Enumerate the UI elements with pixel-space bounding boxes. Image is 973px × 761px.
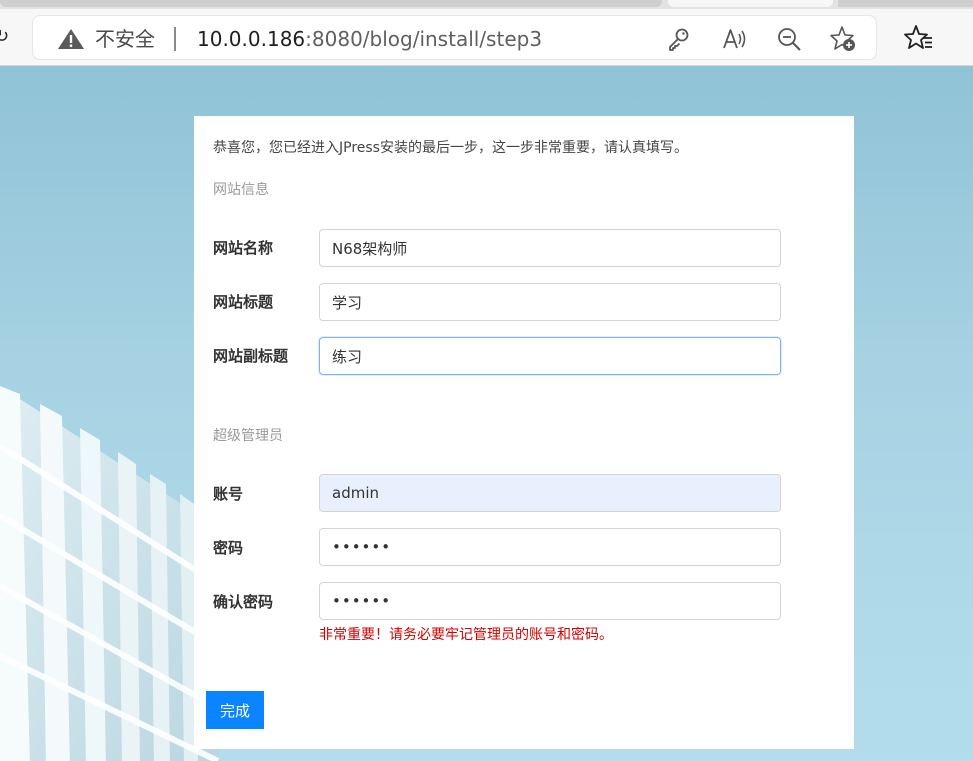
- browser-tab[interactable]: [838, 0, 973, 7]
- site-title-input[interactable]: [319, 283, 781, 321]
- finish-button[interactable]: 完成: [206, 691, 264, 729]
- address-bar[interactable]: 不安全 10.0.0.186:8080/blog/install/step3: [32, 15, 877, 60]
- address-separator: [174, 27, 176, 51]
- intro-text: 恭喜您，您已经进入JPress安装的最后一步，这一步非常重要，请认真填写。: [213, 140, 688, 156]
- password-input[interactable]: [319, 528, 781, 566]
- password-label: 密码: [213, 539, 244, 557]
- tab-strip: [0, 0, 973, 9]
- site-subtitle-label: 网站副标题: [213, 347, 289, 365]
- url-text[interactable]: 10.0.0.186:8080/blog/install/step3: [197, 26, 542, 52]
- key-icon[interactable]: [665, 25, 693, 53]
- url-host: 10.0.0.186: [197, 27, 306, 51]
- url-path: :8080/blog/install/step3: [305, 27, 543, 51]
- site-info-section-title: 网站信息: [213, 182, 269, 198]
- password-warning-text: 非常重要！请务必要牢记管理员的账号和密码。: [319, 627, 613, 643]
- account-input[interactable]: [319, 474, 781, 512]
- account-label: 账号: [213, 485, 244, 503]
- refresh-icon[interactable]: ↻: [0, 26, 9, 48]
- favorites-icon[interactable]: [904, 23, 934, 53]
- admin-section-title: 超级管理员: [213, 428, 283, 444]
- site-name-input[interactable]: [319, 229, 781, 267]
- read-aloud-icon[interactable]: [721, 25, 749, 53]
- warning-icon[interactable]: [57, 28, 85, 50]
- browser-toolbar: ↻ 不安全 10.0.0.186:8080/blog/install/step3: [0, 0, 973, 66]
- insecure-label[interactable]: 不安全: [95, 26, 155, 52]
- site-title-label: 网站标题: [213, 293, 274, 311]
- page-background: 恭喜您，您已经进入JPress安装的最后一步，这一步非常重要，请认真填写。 网站…: [0, 66, 973, 761]
- browser-tab[interactable]: [0, 0, 662, 7]
- browser-tab-active[interactable]: [668, 0, 833, 7]
- site-name-label: 网站名称: [213, 239, 274, 257]
- add-favorite-icon[interactable]: [829, 25, 857, 53]
- zoom-out-icon[interactable]: [775, 25, 803, 53]
- site-subtitle-input[interactable]: [319, 337, 781, 375]
- confirm-password-input[interactable]: [319, 582, 781, 620]
- confirm-password-label: 确认密码: [213, 593, 274, 611]
- install-form-card: 恭喜您，您已经进入JPress安装的最后一步，这一步非常重要，请认真填写。 网站…: [194, 116, 854, 749]
